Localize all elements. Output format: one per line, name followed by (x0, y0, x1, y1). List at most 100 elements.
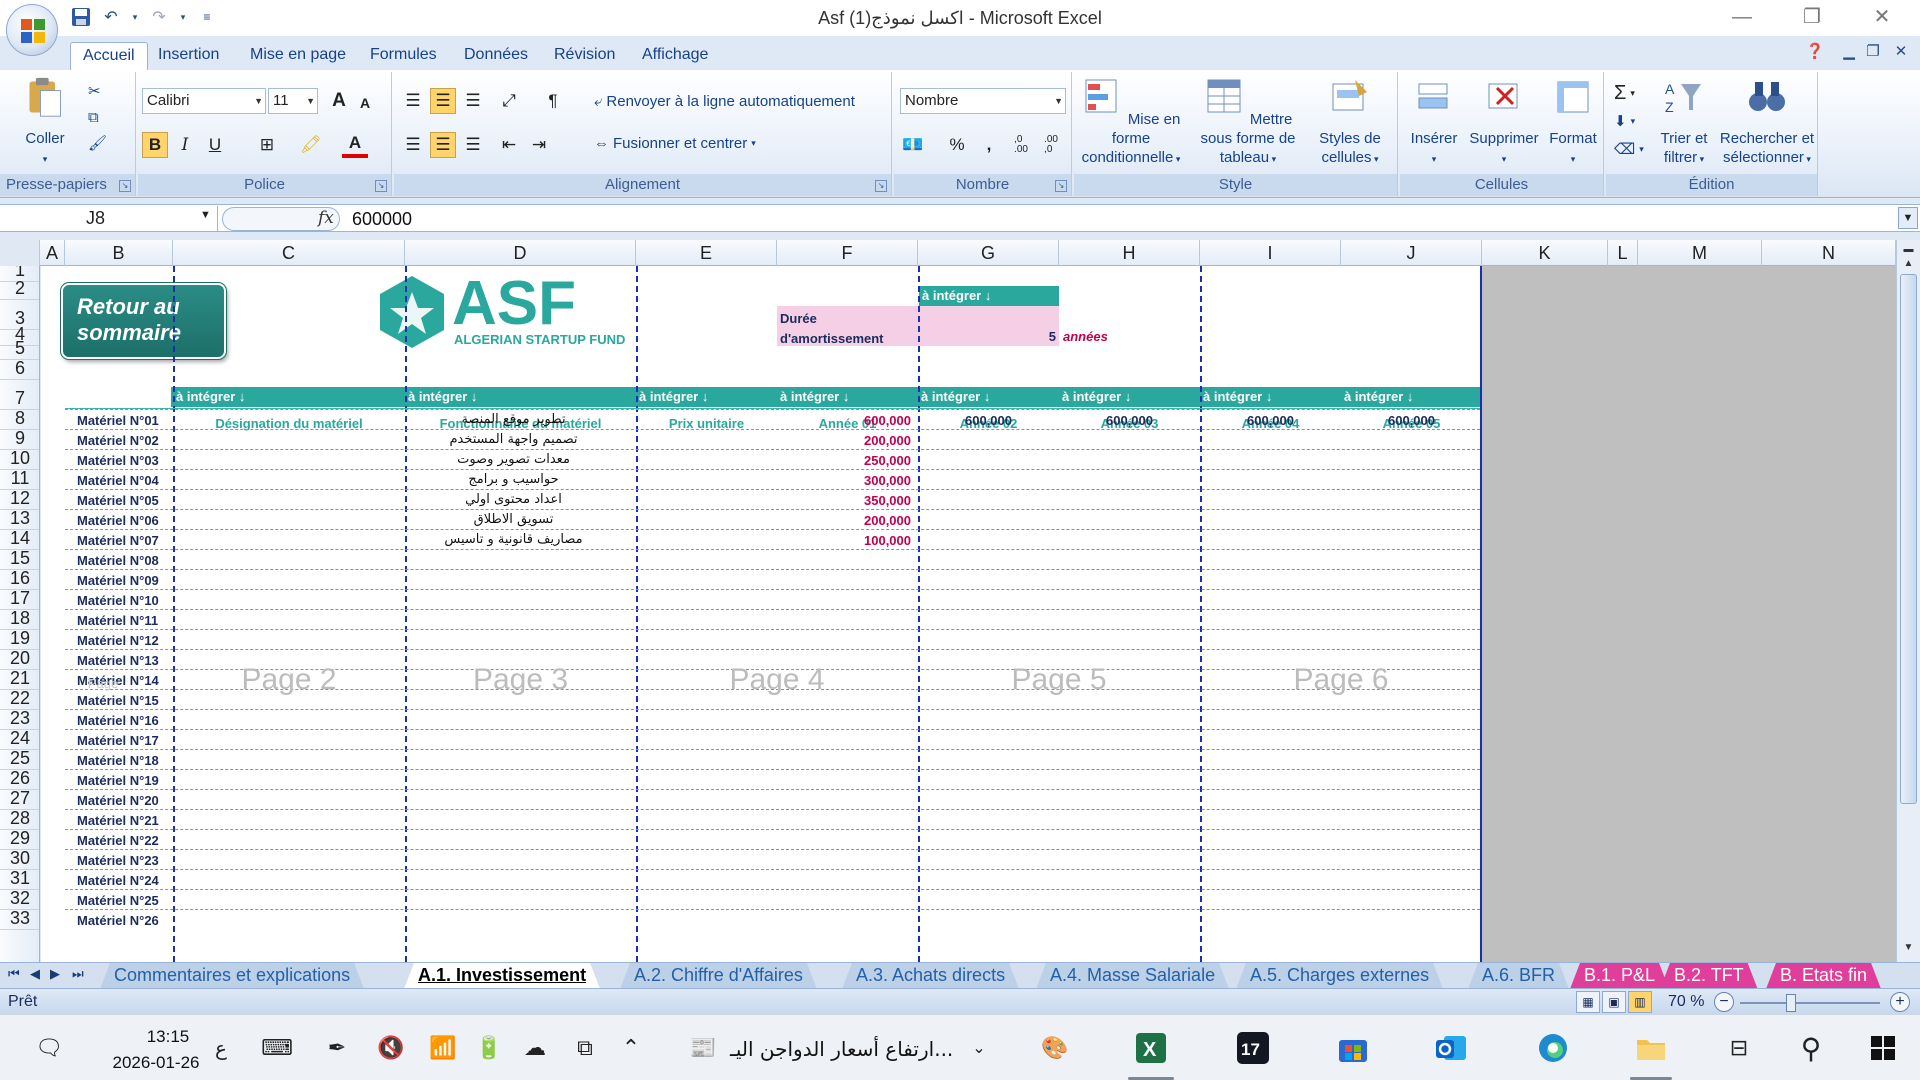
outlook-app-icon[interactable] (1432, 1029, 1470, 1067)
zoom-slider[interactable] (1740, 1002, 1880, 1004)
restore-button[interactable]: ❐ (1792, 4, 1832, 30)
paste-button[interactable]: Coller ▾ (10, 76, 80, 169)
annee01-cell[interactable]: 200,000 (777, 513, 911, 528)
workbook-restore-icon[interactable]: ❐ (1862, 42, 1884, 62)
delete-cells-button[interactable]: Supprimer ▾ (1466, 76, 1542, 169)
task-view-icon[interactable]: ⊟ (1720, 1029, 1758, 1067)
tab-revision[interactable]: Révision (542, 42, 627, 70)
battery-icon[interactable]: 🔋 (470, 1029, 508, 1067)
format-painter-button[interactable]: 🖌 (88, 130, 107, 156)
currency-icon[interactable]: 💶 (900, 132, 926, 158)
row-header[interactable]: 32 (0, 888, 39, 910)
column-header[interactable]: N (1762, 240, 1896, 266)
fill-color-icon[interactable]: 🖍 (298, 132, 324, 158)
row-header[interactable]: 9 (0, 428, 39, 450)
orientation-icon[interactable]: ⤢ (496, 88, 522, 114)
row-header[interactable]: 27 (0, 788, 39, 810)
row-header[interactable]: 20 (0, 648, 39, 670)
cut-button[interactable]: ✂ (88, 78, 101, 104)
page-break-view-icon[interactable]: ▥ (1628, 991, 1652, 1013)
copy-button[interactable]: ⧉ (88, 104, 99, 130)
column-header[interactable]: D (405, 240, 636, 266)
cell-styles-button[interactable]: Styles de cellules ▾ (1310, 76, 1390, 169)
name-box[interactable]: J8 (0, 206, 218, 231)
paint-app-icon[interactable]: 🎨 (1036, 1029, 1074, 1067)
news-widget[interactable]: ارتفاع أسعار الدواجن اليـ... (730, 1037, 953, 1061)
sheet-tab[interactable]: B.1. P&L (1570, 963, 1669, 988)
align-left-icon[interactable]: ☰ (400, 132, 426, 158)
column-header[interactable]: H (1059, 240, 1200, 266)
row-header[interactable]: 16 (0, 568, 39, 590)
align-right-icon[interactable]: ☰ (460, 132, 486, 158)
sheet-tab[interactable]: A.6. BFR (1468, 963, 1569, 988)
thousands-button[interactable]: , (976, 132, 1002, 158)
row-header[interactable]: 11 (0, 468, 39, 490)
row-header[interactable]: 14 (0, 528, 39, 550)
sheet-tab[interactable]: A.1. Investissement (404, 963, 600, 988)
insert-function-button[interactable]: fx (318, 208, 334, 228)
sort-filter-button[interactable]: AZ Trier et filtrer ▾ (1650, 76, 1718, 169)
year-cell[interactable]: 600,000 (1200, 413, 1341, 428)
windows-start-icon[interactable] (1864, 1029, 1902, 1067)
column-header[interactable]: K (1482, 240, 1608, 266)
row-header[interactable]: 28 (0, 808, 39, 830)
row-header[interactable]: 10 (0, 448, 39, 470)
conditional-format-button[interactable]: Mise en forme conditionnelle ▾ (1078, 76, 1184, 169)
align-middle-icon[interactable]: ☰ (430, 88, 456, 114)
bold-button[interactable]: B (142, 132, 168, 158)
font-size-combo[interactable]: 11 ▼ (268, 88, 318, 114)
meet-icon[interactable]: ⧉ (566, 1029, 604, 1067)
column-header[interactable]: L (1608, 240, 1638, 266)
keyboard-icon[interactable]: ⌨ (258, 1029, 296, 1067)
column-header[interactable]: F (777, 240, 918, 266)
column-header[interactable]: A (40, 240, 65, 266)
zoom-out-icon[interactable]: − (1714, 992, 1734, 1012)
zoom-slider-thumb[interactable] (1786, 994, 1796, 1012)
shrink-font-button[interactable]: A (352, 90, 378, 116)
column-header[interactable]: G (918, 240, 1059, 266)
italic-button[interactable]: I (172, 132, 198, 158)
sheet-tab[interactable]: A.5. Charges externes (1236, 963, 1443, 988)
zoom-level[interactable]: 70 % (1668, 993, 1704, 1011)
autosum-button[interactable]: Σ ▾ (1614, 80, 1635, 106)
sheet-tab[interactable]: A.2. Chiffre d'Affaires (620, 963, 817, 988)
tab-donnees[interactable]: Données (452, 42, 540, 70)
help-icon[interactable]: ❓ (1804, 42, 1826, 62)
insert-cells-button[interactable]: Insérer ▾ (1404, 76, 1464, 169)
decrease-indent-icon[interactable]: ⇤ (496, 132, 522, 158)
year-cell[interactable]: 600,000 (918, 413, 1059, 428)
column-header[interactable]: M (1638, 240, 1762, 266)
row-header[interactable]: 6 (0, 358, 39, 380)
column-header[interactable]: C (173, 240, 405, 266)
office-button[interactable] (6, 4, 58, 56)
grow-font-button[interactable]: A (326, 88, 352, 114)
underline-button[interactable]: U (202, 132, 228, 158)
row-header[interactable]: 13 (0, 508, 39, 530)
annee01-cell[interactable]: 100,000 (777, 533, 911, 548)
excel-app-icon[interactable]: X (1132, 1029, 1170, 1067)
sheet-tab[interactable]: Commentaires et explications (100, 963, 364, 988)
scroll-down-icon[interactable]: ▼ (1900, 942, 1917, 958)
dialog-launcher-icon[interactable]: ↘ (119, 180, 131, 192)
fill-button[interactable]: ⬇ ▾ (1614, 108, 1635, 134)
tab-accueil[interactable]: Accueil (70, 42, 148, 70)
workbook-close-icon[interactable]: ✕ (1890, 42, 1912, 62)
row-header[interactable]: 8 (0, 408, 39, 430)
tab-insertion[interactable]: Insertion (146, 42, 231, 70)
borders-icon[interactable]: ⊞ (254, 132, 280, 158)
dialog-launcher-icon[interactable]: ↘ (1055, 180, 1067, 192)
row-header[interactable]: 33 (0, 908, 39, 930)
annee01-cell[interactable]: 200,000 (777, 433, 911, 448)
decrease-decimal-button[interactable]: .00 ,0 (1038, 132, 1064, 158)
chevron-down-icon[interactable]: ⌄ (960, 1029, 998, 1067)
function-cell[interactable]: اعداد محتوى اولي (398, 492, 629, 507)
row-header[interactable]: 31 (0, 868, 39, 890)
row-header[interactable]: 18 (0, 608, 39, 630)
page-layout-view-icon[interactable]: ▣ (1602, 991, 1626, 1013)
expand-formula-bar-icon[interactable]: ▼ (1898, 207, 1918, 229)
first-sheet-icon[interactable]: ⏮ (8, 966, 20, 982)
sheet-tab[interactable]: B. Etats fin (1766, 963, 1881, 988)
chevron-up-icon[interactable]: ⌃ (612, 1029, 650, 1067)
row-header[interactable]: 23 (0, 708, 39, 730)
tradingview-app-icon[interactable]: 17 (1234, 1029, 1272, 1067)
